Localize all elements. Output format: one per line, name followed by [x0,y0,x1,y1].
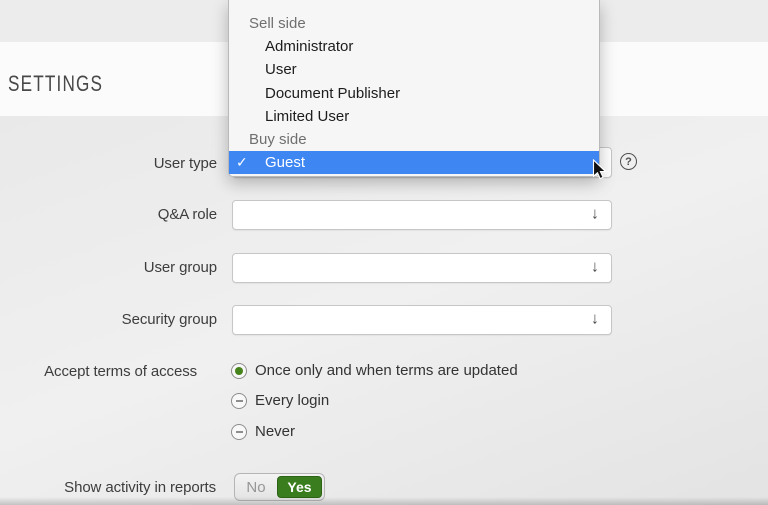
radio-option-never[interactable]: Never [231,423,295,440]
radio-option-label: Never [255,423,295,440]
user-group-select[interactable]: ↓ [232,253,612,283]
checkmark-icon: ✓ [236,151,248,174]
security-group-select[interactable]: ↓ [232,305,612,335]
user-type-dropdown-menu: Sell side Administrator User Document Pu… [228,0,600,177]
radio-unselected-icon [231,424,247,440]
mouse-cursor [592,159,608,181]
menu-option-user[interactable]: User [229,58,599,81]
toggle-no-button[interactable]: No [235,479,277,496]
radio-option-every-login[interactable]: Every login [231,392,329,409]
radio-option-label: Every login [255,392,329,409]
radio-selected-icon [231,363,247,379]
menu-group-sell-side: Sell side [229,12,599,35]
toggle-yes-button[interactable]: Yes [277,476,322,498]
user-group-label: User group [0,259,217,277]
dropdown-arrow-icon: ↓ [591,260,599,276]
menu-option-limited-user[interactable]: Limited User [229,105,599,128]
menu-group-buy-side: Buy side [229,128,599,151]
radio-unselected-icon [231,393,247,409]
settings-page: SETTINGS User type ↓ ? Sell side Adminis… [0,0,768,505]
radio-option-label: Once only and when terms are updated [255,362,518,379]
radio-option-once-only[interactable]: Once only and when terms are updated [231,362,518,379]
dropdown-arrow-icon: ↓ [591,312,599,328]
menu-option-administrator[interactable]: Administrator [229,35,599,58]
help-icon[interactable]: ? [620,153,637,170]
menu-option-guest[interactable]: ✓ Guest [229,151,599,174]
qa-role-select[interactable]: ↓ [232,200,612,230]
user-type-label: User type [0,155,217,173]
security-group-label: Security group [0,311,217,329]
qa-role-label: Q&A role [0,206,217,224]
dropdown-arrow-icon: ↓ [591,207,599,223]
menu-option-document-publisher[interactable]: Document Publisher [229,82,599,105]
menu-option-guest-label: Guest [265,154,305,171]
help-glyph: ? [625,156,632,168]
show-activity-label: Show activity in reports [0,479,216,497]
accept-terms-label: Accept terms of access [0,363,197,381]
bottom-shade [0,497,768,505]
page-title: SETTINGS [8,71,103,97]
